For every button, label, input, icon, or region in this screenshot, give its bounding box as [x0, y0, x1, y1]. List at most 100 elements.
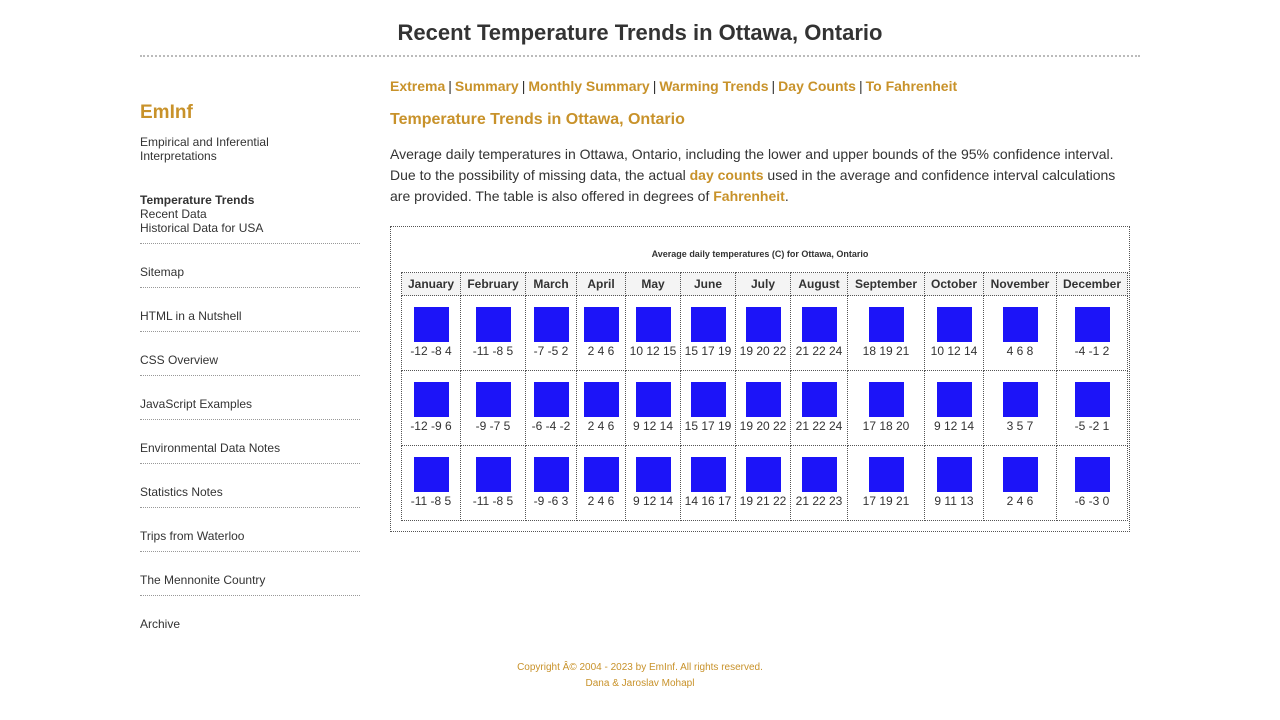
temperature-square	[413, 382, 449, 417]
sidebar-link-trips-waterloo[interactable]: Trips from Waterloo	[140, 508, 360, 552]
temperature-values: 10 12 15	[629, 344, 677, 358]
temperature-values: 9 12 14	[632, 494, 674, 508]
month-header: August	[790, 272, 848, 296]
table-cell: 10 12 14	[924, 295, 984, 371]
topnav-summary[interactable]: Summary	[455, 78, 519, 94]
sidebar-link-environmental-notes[interactable]: Environmental Data Notes	[140, 420, 360, 464]
temperature-values: 21 22 24	[795, 344, 843, 358]
table-cell: 21 22 24	[790, 295, 848, 371]
table-cell: 19 20 22	[735, 370, 791, 446]
month-header: May	[625, 272, 681, 296]
table-cell: -5 -2 1	[1056, 370, 1128, 446]
temperature-values: 19 20 22	[739, 344, 787, 358]
table-cell: -9 -7 5	[460, 370, 526, 446]
month-header: March	[525, 272, 577, 296]
month-header: September	[847, 272, 925, 296]
temperature-square	[533, 382, 569, 417]
temperature-values: 15 17 19	[684, 344, 732, 358]
sidebar-link-archive[interactable]: Archive	[140, 596, 360, 640]
temperature-square	[745, 382, 781, 417]
sidebar-link-sitemap[interactable]: Sitemap	[140, 244, 360, 288]
temperature-values: 17 19 21	[862, 494, 910, 508]
temperature-square	[1002, 457, 1038, 492]
brand-logo[interactable]: EmInf	[140, 102, 360, 124]
month-header: November	[983, 272, 1057, 296]
table-caption: Average daily temperatures (C) for Ottaw…	[651, 249, 869, 259]
sidebar-link-mennonite-country[interactable]: The Mennonite Country	[140, 552, 360, 596]
temperature-values: 21 22 24	[795, 419, 843, 433]
topnav-separator: |	[652, 78, 657, 94]
topnav-extrema[interactable]: Extrema	[390, 78, 445, 94]
intro-link-fahrenheit[interactable]: Fahrenheit	[713, 188, 785, 204]
topnav-separator: |	[858, 78, 863, 94]
temperature-values: -6 -4 -2	[531, 419, 571, 433]
temperature-square	[868, 457, 904, 492]
temperature-values: 9 11 13	[934, 494, 974, 508]
temperature-square	[583, 307, 619, 342]
sidebar-link-css-overview[interactable]: CSS Overview	[140, 332, 360, 376]
temperature-values: -7 -5 2	[533, 344, 569, 358]
temperature-table: January February March April May June July Augu…	[401, 272, 1128, 521]
temperature-values: 2 4 6	[587, 494, 615, 508]
temperature-square	[475, 307, 511, 342]
temperature-square	[1074, 382, 1110, 417]
intro-link-day-counts[interactable]: day counts	[690, 167, 764, 183]
temperature-values: -12 -9 6	[410, 419, 452, 433]
temperature-square	[936, 457, 972, 492]
month-header: April	[576, 272, 626, 296]
table-cell: 15 17 19	[680, 370, 736, 446]
title-divider	[140, 55, 1140, 57]
topnav-monthly-summary[interactable]: Monthly Summary	[528, 78, 649, 94]
table-cell: 18 19 21	[847, 295, 925, 371]
table-cell: -12 -9 6	[401, 370, 461, 446]
temperature-square	[583, 382, 619, 417]
temperature-values: 9 12 14	[632, 419, 674, 433]
temperature-square	[690, 382, 726, 417]
month-header: February	[460, 272, 526, 296]
sidebar-link-statistics-notes[interactable]: Statistics Notes	[140, 464, 360, 508]
main-content: Extrema | Summary | Monthly Summary | Warming …	[390, 78, 1130, 532]
temperature-values: -12 -8 4	[410, 344, 452, 358]
sidebar-item-recent-data[interactable]: Recent Data	[140, 207, 360, 221]
section-heading: Temperature Trends in Ottawa, Ontario	[390, 111, 685, 128]
temperature-square	[533, 457, 569, 492]
footer: Copyright Â© 2004 - 2023 by EmInf. All r…	[140, 660, 1140, 692]
temperature-square	[745, 457, 781, 492]
temperature-values: -9 -6 3	[533, 494, 569, 508]
temperature-square	[533, 307, 569, 342]
table-cell: 14 16 17	[680, 445, 736, 521]
temperature-values: -11 -8 5	[410, 494, 452, 508]
footer-authors: Dana & Jaroslav Mohapl	[585, 678, 695, 689]
table-row: -12 -8 4 -11 -8 5 -7 -5 2 2 4 6 10 12 15 15 1…	[401, 295, 1128, 371]
month-header: October	[924, 272, 984, 296]
sidebar-link-javascript-examples[interactable]: JavaScript Examples	[140, 376, 360, 420]
topnav-day-counts[interactable]: Day Counts	[778, 78, 856, 94]
table-cell: 9 12 14	[924, 370, 984, 446]
table-cell: 4 6 8	[983, 295, 1057, 371]
table-cell: 2 4 6	[576, 370, 626, 446]
month-header: December	[1056, 272, 1128, 296]
temperature-values: 15 17 19	[684, 419, 732, 433]
temperature-square	[635, 382, 671, 417]
intro-text-3: .	[784, 188, 789, 204]
temperature-square	[745, 307, 781, 342]
table-cell: -9 -6 3	[525, 445, 577, 521]
topnav-warming-trends[interactable]: Warming Trends	[659, 78, 768, 94]
temperature-square	[868, 307, 904, 342]
sidebar-link-html-nutshell[interactable]: HTML in a Nutshell	[140, 288, 360, 332]
topnav-separator: |	[448, 78, 452, 94]
temperature-values: 17 18 20	[862, 419, 910, 433]
sidebar: EmInf Empirical and Inferential Interpre…	[140, 100, 360, 640]
sidebar-section-title: Temperature Trends	[140, 193, 255, 207]
page-title: Recent Temperature Trends in Ottawa, Ont…	[397, 20, 883, 45]
temperature-values: 14 16 17	[684, 494, 732, 508]
temperature-values: -6 -3 0	[1074, 494, 1110, 508]
table-cell: 15 17 19	[680, 295, 736, 371]
topnav-to-fahrenheit[interactable]: To Fahrenheit	[866, 78, 958, 94]
temperature-square	[936, 307, 972, 342]
table-row: -11 -8 5 -11 -8 5 -9 -6 3 2 4 6 9 12 14 14 16…	[401, 445, 1128, 521]
table-cell: -6 -3 0	[1056, 445, 1128, 521]
sidebar-item-historical-usa[interactable]: Historical Data for USA	[140, 221, 360, 235]
temperature-values: 2 4 6	[587, 344, 615, 358]
table-cell: 3 5 7	[983, 370, 1057, 446]
